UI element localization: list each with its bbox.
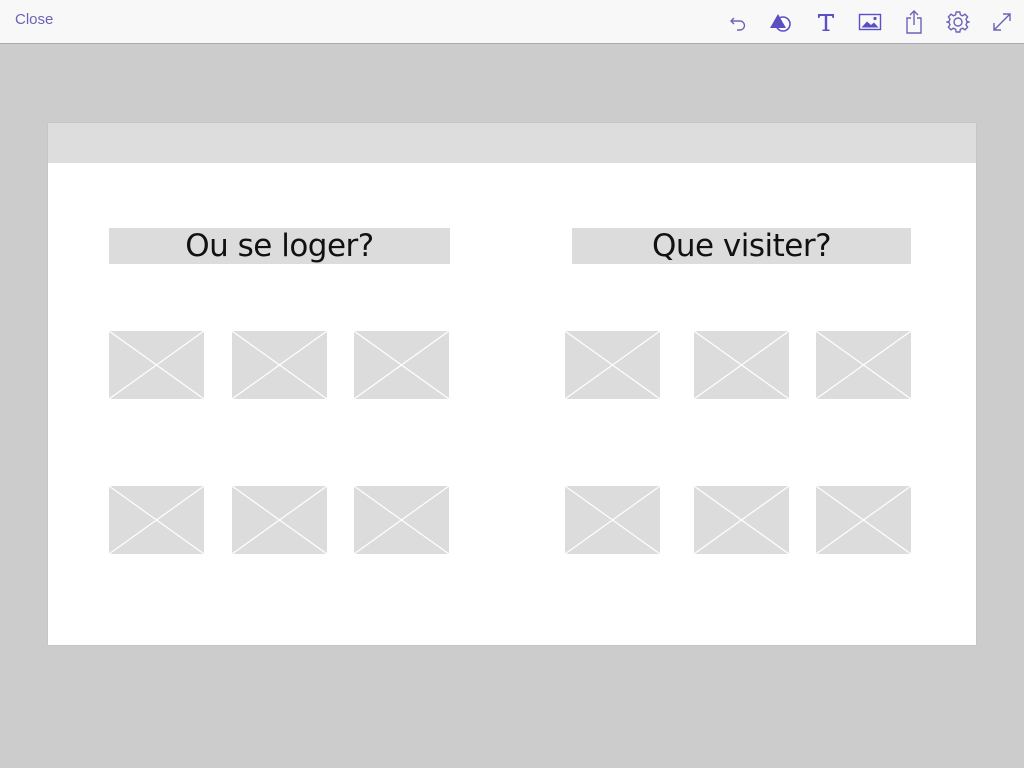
settings-icon (946, 10, 970, 34)
heading-ou-se-loger[interactable]: Ou se loger? (109, 228, 450, 264)
image-placeholder[interactable] (109, 486, 204, 554)
image-placeholder[interactable] (816, 331, 911, 399)
undo-button[interactable] (724, 8, 752, 36)
close-button[interactable]: Close (15, 11, 53, 28)
image-placeholder[interactable] (109, 331, 204, 399)
image-icon (858, 12, 882, 32)
image-placeholder[interactable] (232, 331, 327, 399)
share-icon (904, 9, 924, 35)
heading-que-visiter[interactable]: Que visiter? (572, 228, 911, 264)
image-placeholder[interactable] (232, 486, 327, 554)
shapes-icon (768, 11, 794, 33)
top-toolbar: Close (0, 0, 1024, 44)
text-icon (816, 11, 836, 33)
shapes-button[interactable] (767, 8, 795, 36)
heading-text: Que visiter? (651, 228, 832, 264)
heading-text: Ou se loger? (185, 228, 374, 264)
image-placeholder[interactable] (565, 486, 660, 554)
image-button[interactable] (856, 8, 884, 36)
artboard-canvas[interactable]: Ou se loger? Que visiter? (48, 123, 976, 645)
artboard-header-bar (48, 123, 976, 163)
expand-button[interactable] (988, 8, 1016, 36)
image-placeholder[interactable] (694, 331, 789, 399)
image-placeholder[interactable] (354, 486, 449, 554)
image-placeholder[interactable] (565, 331, 660, 399)
image-placeholder[interactable] (354, 331, 449, 399)
expand-icon (991, 11, 1013, 33)
share-button[interactable] (900, 8, 928, 36)
undo-icon (728, 12, 748, 32)
text-button[interactable] (812, 8, 840, 36)
settings-button[interactable] (944, 8, 972, 36)
image-placeholder[interactable] (694, 486, 789, 554)
image-placeholder[interactable] (816, 486, 911, 554)
